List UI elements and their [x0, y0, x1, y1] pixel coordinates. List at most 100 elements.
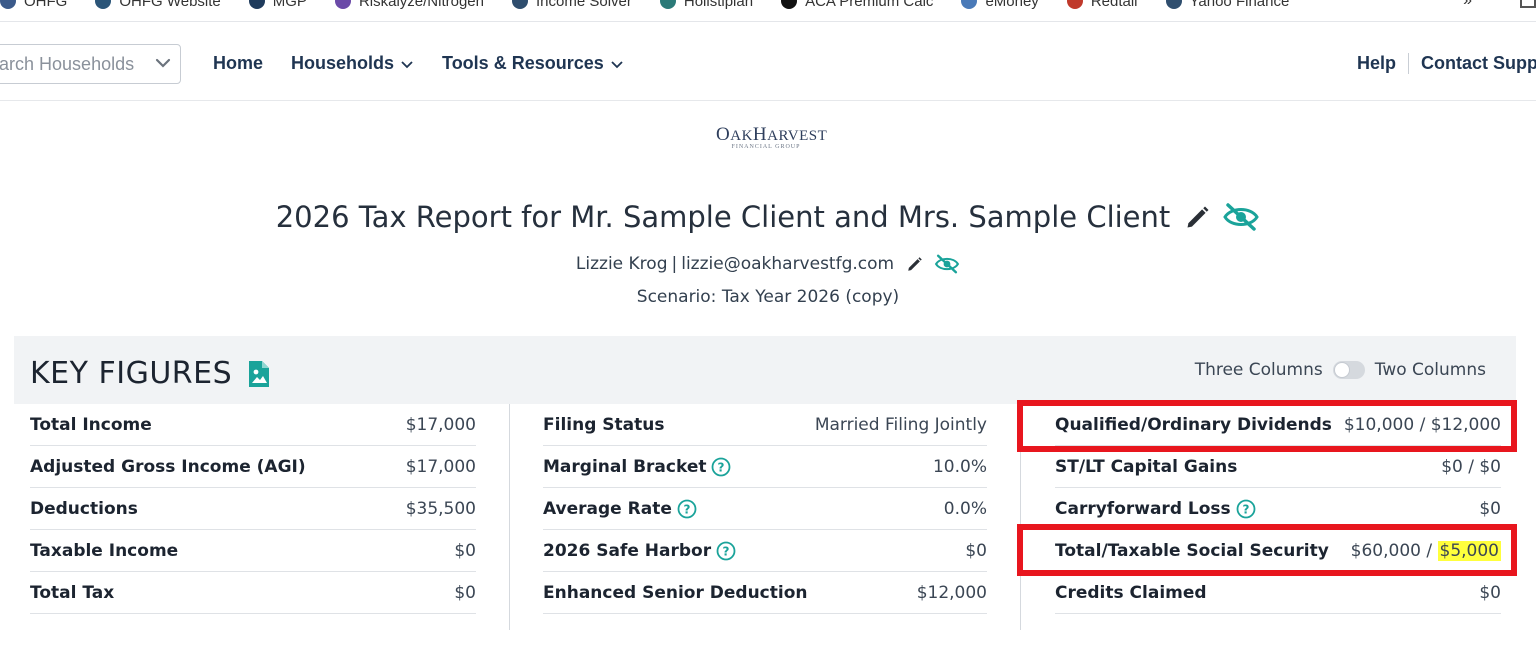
main-nav: Home Households Tools & Resources [213, 53, 652, 74]
bookmark-label: Income Solver [535, 0, 632, 10]
bookmark-folder-icon[interactable] [1520, 0, 1536, 8]
nav-households-label: Households [291, 53, 395, 73]
figure-label: Deductions [30, 498, 138, 519]
bookmark-label: eMoney [985, 0, 1039, 10]
figure-row: Marginal Bracket? 10.0% [543, 446, 987, 488]
key-figures-header: KEY FIGURES Three Columns Two Columns [14, 336, 1516, 404]
toggle-knob [1333, 362, 1350, 378]
advisor-separator: | [671, 254, 678, 274]
bookmark-item[interactable]: eMoney [961, 0, 1039, 10]
figure-label: Average Rate? [543, 499, 697, 519]
figure-label: Marginal Bracket? [543, 457, 731, 477]
figure-value: $35,500 [405, 498, 476, 519]
advisor-email: lizzie@oakharvestfg.com [681, 254, 895, 274]
figure-row: 2026 Safe Harbor? $0 [543, 530, 987, 572]
search-input[interactable] [0, 53, 144, 75]
bookmark-item[interactable]: Holistiplan [659, 0, 754, 10]
help-link[interactable]: Help [1357, 53, 1410, 74]
figure-row: ST/LT Capital Gains $0 / $0 [1055, 446, 1501, 488]
bookmark-item[interactable]: MGP [248, 0, 307, 10]
income-solver-icon [511, 0, 528, 9]
bookmark-item[interactable]: ACA Premium Calc [781, 0, 933, 10]
figure-label: Taxable Income [30, 540, 179, 561]
eye-slash-icon[interactable] [934, 254, 960, 274]
bookmark-item[interactable]: OHFG [0, 0, 67, 10]
bookmark-label: OHFG Website [119, 0, 221, 10]
key-figures-title: KEY FIGURES [30, 356, 233, 391]
figure-value: $17,000 [405, 414, 476, 435]
key-figures-column-1: Total Income $17,000 Adjusted Gross Incom… [14, 404, 510, 630]
household-search[interactable] [0, 44, 181, 84]
figure-value: Married Filing Jointly [814, 414, 987, 435]
image-file-icon[interactable] [248, 360, 270, 388]
bookmarks-overflow-button[interactable]: » [1463, 0, 1472, 10]
figure-value: 10.0% [932, 456, 987, 477]
bookmark-label: Holistiplan [683, 0, 754, 10]
columns-toggle-switch[interactable] [1332, 361, 1365, 379]
toggle-label-three-columns: Three Columns [1194, 360, 1323, 380]
report-title: 2026 Tax Report for Mr. Sample Client an… [275, 200, 1171, 234]
ohfg-website-icon [95, 0, 112, 9]
nitrogen-icon [334, 0, 351, 9]
bookmark-item[interactable]: OHFG Website [95, 0, 221, 10]
figure-value: $0 [1479, 582, 1501, 603]
figure-row: Average Rate? 0.0% [543, 488, 987, 530]
nav-tools-label: Tools & Resources [442, 53, 604, 73]
svg-text:?: ? [723, 544, 730, 558]
top-navigation: Home Households Tools & Resources Help C… [0, 27, 1536, 101]
nav-households[interactable]: Households [291, 53, 414, 74]
chevron-down-icon[interactable] [154, 54, 172, 72]
figure-row: Carryforward Loss? $0 [1055, 488, 1501, 530]
figure-value: $0 [1479, 498, 1501, 519]
bookmark-item[interactable]: Riskalyze/Nitrogen [334, 0, 484, 10]
figure-label: Total Income [30, 414, 152, 435]
figure-row: Total Income $17,000 [30, 404, 476, 446]
edit-pencil-icon[interactable] [906, 255, 924, 273]
bookmark-item[interactable]: Redtail [1066, 0, 1138, 10]
nav-tools-resources[interactable]: Tools & Resources [442, 53, 624, 74]
help-circle-icon[interactable]: ? [711, 457, 731, 477]
highlighted-value: $5,000 [1437, 540, 1501, 561]
bookmark-item[interactable]: Yahoo Finance [1165, 0, 1290, 10]
nav-home-label: Home [213, 53, 264, 73]
help-circle-icon[interactable]: ? [1236, 499, 1256, 519]
bookmark-label: ACA Premium Calc [805, 0, 934, 10]
help-circle-icon[interactable]: ? [716, 541, 736, 561]
mgp-icon [248, 0, 265, 9]
figure-value: $0 [965, 540, 987, 561]
help-circle-icon[interactable]: ? [677, 499, 697, 519]
logo-wordmark: OAKHARVEST [716, 124, 828, 145]
kff-icon [781, 0, 798, 9]
eye-slash-icon[interactable] [1222, 203, 1260, 231]
company-logo: OAKHARVEST FINANCIAL GROUP [716, 124, 828, 160]
figure-row: Credits Claimed $0 [1055, 572, 1501, 614]
contact-support-link[interactable]: Contact Support [1409, 53, 1536, 74]
advisor-info: Lizzie Krog | lizzie@oakharvestfg.com [0, 254, 1536, 274]
figure-value: $10,000 / $12,000 [1343, 414, 1501, 435]
figure-row: Adjusted Gross Income (AGI) $17,000 [30, 446, 476, 488]
svg-text:?: ? [683, 502, 690, 516]
svg-text:?: ? [718, 460, 725, 474]
figure-value: $0 / $0 [1441, 456, 1501, 477]
figure-label: Filing Status [543, 414, 665, 435]
bookmark-item[interactable]: Income Solver [511, 0, 632, 10]
bookmark-label: OHFG [24, 0, 68, 10]
figure-value: $0 [454, 582, 476, 603]
edit-pencil-icon[interactable] [1184, 203, 1212, 231]
bookmark-label: Yahoo Finance [1189, 0, 1290, 10]
advisor-name: Lizzie Krog [575, 254, 668, 274]
figure-value: $0 [454, 540, 476, 561]
figure-label: Adjusted Gross Income (AGI) [30, 456, 306, 477]
figure-row: Taxable Income $0 [30, 530, 476, 572]
figure-value: $60,000 / $5,000 [1350, 540, 1501, 561]
toggle-label-two-columns: Two Columns [1374, 360, 1486, 380]
nav-home[interactable]: Home [213, 53, 263, 74]
figure-row: Total Tax $0 [30, 572, 476, 614]
bookmark-label: Redtail [1090, 0, 1138, 10]
figure-label: 2026 Safe Harbor? [543, 541, 736, 561]
chevron-down-icon [611, 60, 623, 68]
figure-label: Credits Claimed [1055, 582, 1207, 603]
bookmarks-bar: OHFG OHFG Website MGP Riskalyze/Nitrogen Inc… [0, 0, 1536, 22]
figure-row: Qualified/Ordinary Dividends $10,000 / $1… [1055, 404, 1501, 446]
utility-nav: Help Contact Support [1357, 53, 1536, 74]
